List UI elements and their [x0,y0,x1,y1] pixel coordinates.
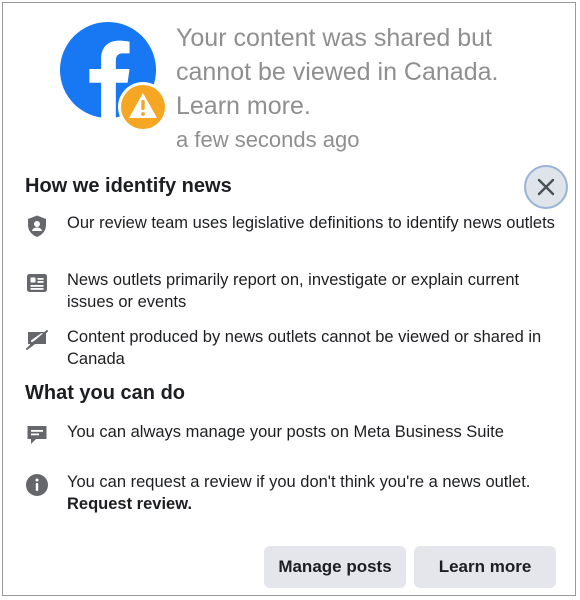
notification-message: Your content was shared but cannot be vi… [176,24,499,120]
close-button[interactable] [524,165,568,209]
newspaper-icon [27,274,47,292]
info-icon [26,474,48,496]
section-title-identify: How we identify news [25,175,232,197]
request-review-link[interactable]: Request review. [67,495,192,513]
chat-blocked-icon [26,330,48,350]
list-item-text: You can always manage your posts on Meta… [67,423,504,441]
shield-person-icon [28,215,46,237]
learn-more-button[interactable]: Learn more [414,546,556,588]
review-info-text: You can request a review if you don't th… [67,473,531,491]
message-icon [27,426,47,444]
list-item-text: You can request a review if you don't th… [67,471,567,515]
notification[interactable]: Your content was shared but cannot be vi… [3,3,577,163]
list-item-text: Our review team uses legislative definit… [67,214,555,232]
list-item-text: Content produced by news outlets cannot … [67,328,542,368]
news-notice-panel: Your content was shared but cannot be vi… [2,2,576,596]
manage-posts-button[interactable]: Manage posts [264,546,406,588]
section-title-actions: What you can do [25,382,185,404]
warning-icon [118,82,168,132]
list-item-text: News outlets primarily report on, invest… [67,271,520,311]
close-icon [537,178,555,196]
notification-time: a few seconds ago [176,127,360,152]
